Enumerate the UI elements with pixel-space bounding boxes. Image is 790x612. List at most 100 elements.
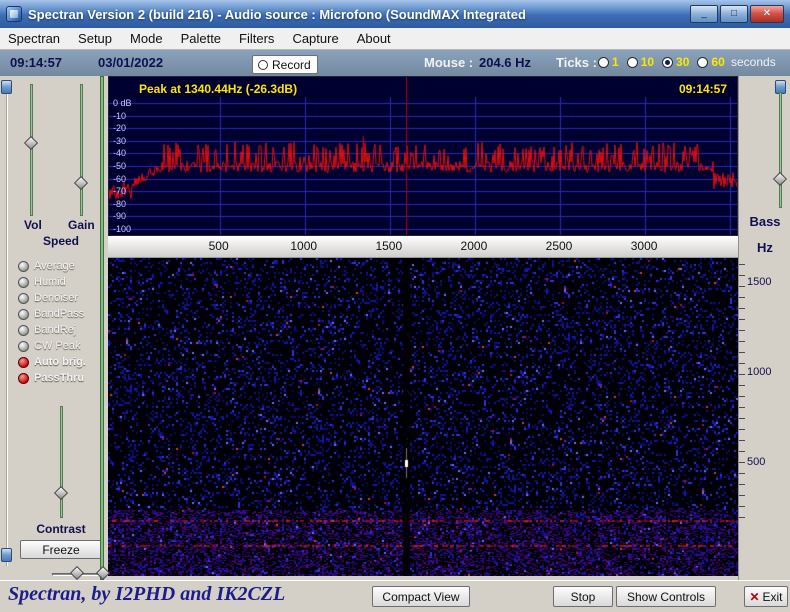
- toggle-cw-peak[interactable]: CW Peak: [18, 338, 106, 354]
- window-title: Spectran Version 2 (build 216) - Audio s…: [28, 6, 526, 22]
- db-label: -70: [113, 186, 127, 197]
- speed-label: Speed: [42, 234, 79, 248]
- left-edge-strip: [0, 76, 14, 580]
- ticks-label: Ticks :: [556, 55, 597, 70]
- toggle-label: Denoiser: [34, 292, 79, 304]
- left-top-cap-button[interactable]: [1, 80, 12, 94]
- exit-button[interactable]: ✕ Exit: [744, 586, 788, 607]
- db-label: 0 dB: [113, 98, 132, 108]
- tick-option-30[interactable]: 30: [662, 55, 689, 69]
- toggle-off-icon[interactable]: [18, 340, 29, 352]
- spectrum-clock: 09:14:57: [678, 82, 727, 96]
- menu-item-filters[interactable]: Filters: [239, 31, 274, 46]
- freq-tick-label: 2500: [545, 239, 573, 253]
- toggle-off-icon[interactable]: [18, 276, 29, 288]
- toggle-off-icon[interactable]: [18, 308, 29, 320]
- menu-item-palette[interactable]: Palette: [181, 31, 221, 46]
- contrast-slider-thumb[interactable]: [53, 485, 69, 501]
- ticks-radio-group: 1 10 30 60: [598, 55, 725, 69]
- toggle-off-icon[interactable]: [18, 260, 29, 272]
- db-label: -20: [113, 123, 127, 134]
- toggle-on-icon[interactable]: [18, 372, 29, 384]
- gain-slider-track: [80, 84, 83, 216]
- bass-slider-thumb[interactable]: [772, 171, 788, 187]
- tick-option-10[interactable]: 10: [626, 55, 655, 69]
- toggle-on-icon[interactable]: [18, 356, 29, 368]
- menu-item-capture[interactable]: Capture: [292, 31, 338, 46]
- freq-tick-label: 3000: [630, 239, 658, 253]
- contrast-slider-track: [60, 406, 63, 518]
- menu-bar: Spectran Setup Mode Palette Filters Capture Ab…: [0, 28, 790, 50]
- peak-readout: Peak at 1340.44Hz (-26.3dB): [139, 82, 298, 96]
- gain-slider-thumb[interactable]: [73, 175, 89, 191]
- status-footer: Spectran, by I2PHD and IK2CZL Compact Vi…: [0, 580, 790, 612]
- tick-radio-icon-10[interactable]: [626, 56, 638, 68]
- db-label: -90: [113, 211, 127, 222]
- spectrum-canvas[interactable]: [109, 77, 737, 235]
- toggle-bandrej[interactable]: BandRej: [18, 322, 106, 338]
- tick-option-1[interactable]: 1: [598, 55, 619, 69]
- frequency-ruler-ticks: [739, 264, 745, 522]
- hz-label: Hz: [757, 240, 773, 255]
- maximize-icon[interactable]: □: [720, 5, 748, 23]
- close-icon[interactable]: ✕: [750, 5, 784, 23]
- toggle-auto-brig-[interactable]: Auto brig.: [18, 354, 106, 370]
- menu-item-mode[interactable]: Mode: [130, 31, 163, 46]
- freq-ruler-label: 500: [747, 456, 766, 468]
- contrast-label: Contrast: [36, 522, 86, 536]
- toggle-label: CW Peak: [34, 340, 81, 352]
- tick-radio-icon-60[interactable]: [697, 56, 709, 68]
- speed-slider-thumb[interactable]: [69, 565, 85, 581]
- frequency-scale-bar[interactable]: 500 1000 1500 2000 2500 3000: [108, 236, 738, 258]
- tick-radio-icon-30[interactable]: [662, 56, 674, 68]
- show-controls-button[interactable]: Show Controls: [616, 586, 716, 607]
- waterfall-canvas[interactable]: [108, 258, 738, 576]
- stop-button[interactable]: Stop: [553, 586, 613, 607]
- db-label: -60: [113, 173, 127, 184]
- clock-display: 09:14:57: [10, 55, 63, 70]
- seconds-label: seconds: [731, 55, 776, 69]
- vol-slider-thumb[interactable]: [23, 135, 39, 151]
- toggle-label: Average: [34, 260, 75, 272]
- spectrum-display[interactable]: Peak at 1340.44Hz (-26.3dB) 09:14:57 0 d…: [108, 76, 738, 236]
- compact-view-button[interactable]: Compact View: [372, 586, 470, 607]
- menu-item-about[interactable]: About: [357, 31, 391, 46]
- left-edge-track: [6, 84, 8, 566]
- tick-option-60[interactable]: 60: [697, 55, 725, 69]
- green-level-bar: [100, 76, 104, 580]
- waterfall-display[interactable]: [108, 258, 738, 576]
- credit-text: Spectran, by I2PHD and IK2CZL: [8, 583, 286, 605]
- bass-slider-track: [779, 92, 782, 208]
- app-window: Spectran Version 2 (build 216) - Audio s…: [0, 0, 790, 612]
- toggle-off-icon[interactable]: [18, 292, 29, 304]
- tick-radio-icon-1[interactable]: [598, 56, 609, 68]
- toggle-off-icon[interactable]: [18, 324, 29, 336]
- toggle-denoiser[interactable]: Denoiser: [18, 290, 106, 306]
- toggle-passthru[interactable]: PassThru: [18, 370, 106, 386]
- left-bottom-cap-button[interactable]: [1, 548, 12, 562]
- menu-item-setup[interactable]: Setup: [78, 31, 112, 46]
- tick-option-label: 10: [640, 55, 655, 69]
- toggle-label: Auto brig.: [34, 356, 86, 368]
- toggle-humid[interactable]: Humid: [18, 274, 106, 290]
- tick-option-label: 1: [612, 55, 619, 69]
- bass-label: Bass: [749, 214, 781, 229]
- mouse-freq-label: Mouse :: [424, 55, 474, 70]
- record-radio-icon[interactable]: [258, 59, 268, 70]
- vol-label: Vol: [24, 218, 42, 232]
- toggle-bandpass[interactable]: BandPass: [18, 306, 106, 322]
- date-display: 03/01/2022: [98, 55, 164, 70]
- db-label: -100: [113, 224, 132, 234]
- db-label: -80: [113, 198, 127, 209]
- title-bar[interactable]: Spectran Version 2 (build 216) - Audio s…: [0, 0, 790, 28]
- toggle-average[interactable]: Average: [18, 258, 106, 274]
- minimize-icon[interactable]: _: [690, 5, 718, 23]
- db-label: -40: [113, 148, 127, 159]
- menu-item-spectran[interactable]: Spectran: [8, 31, 60, 46]
- left-control-panel: Vol Gain Speed Average Humid Denoiser BandP…: [14, 76, 108, 581]
- freq-tick-label: 500: [208, 239, 229, 253]
- toggle-label: Humid: [34, 276, 66, 288]
- record-button[interactable]: Record: [252, 55, 318, 74]
- toggle-label: BandPass: [34, 308, 85, 320]
- freeze-button[interactable]: Freeze: [20, 540, 102, 559]
